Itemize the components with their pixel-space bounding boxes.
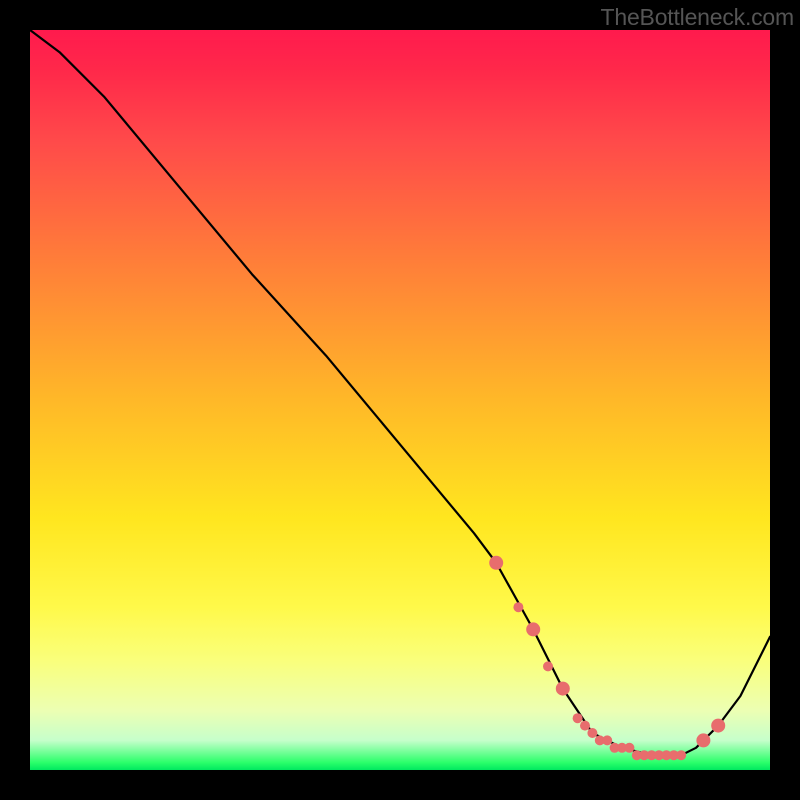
marker-dot xyxy=(587,728,597,738)
chart-plot-area xyxy=(30,30,770,770)
marker-dot xyxy=(711,719,725,733)
marker-dot xyxy=(624,743,634,753)
marker-dot xyxy=(580,721,590,731)
marker-dot xyxy=(676,750,686,760)
attribution-text: TheBottleneck.com xyxy=(601,4,794,31)
marker-dot xyxy=(602,735,612,745)
marker-dot xyxy=(513,602,523,612)
marker-dot xyxy=(489,556,503,570)
recommended-range-markers xyxy=(489,556,725,760)
bottleneck-curve-line xyxy=(30,30,770,755)
bottleneck-chart: TheBottleneck.com xyxy=(0,0,800,800)
chart-overlay-svg xyxy=(30,30,770,770)
marker-dot xyxy=(543,661,553,671)
marker-dot xyxy=(573,713,583,723)
marker-dot xyxy=(526,622,540,636)
marker-dot xyxy=(696,733,710,747)
marker-dot xyxy=(556,682,570,696)
